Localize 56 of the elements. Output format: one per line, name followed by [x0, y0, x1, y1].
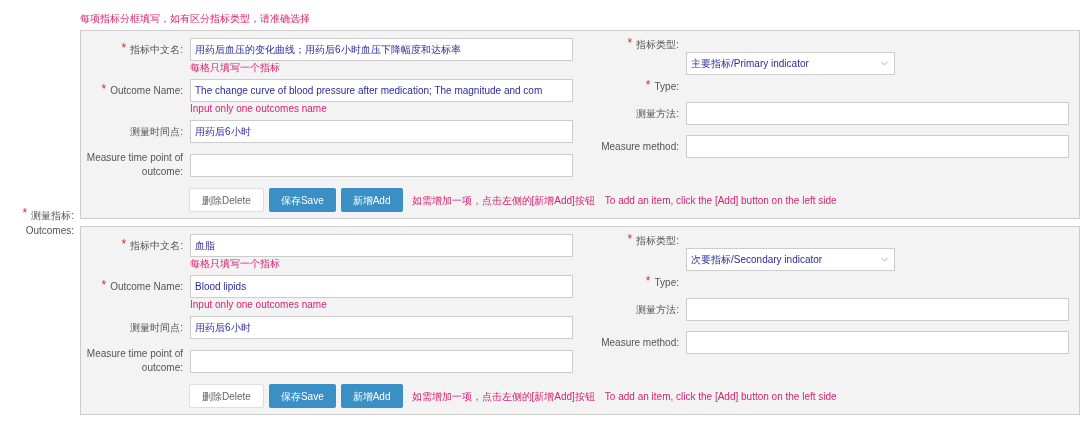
field-label: Measure time point of outcome:	[85, 151, 183, 179]
field-label: 指标中文名:	[130, 238, 183, 253]
required-mark: *	[645, 276, 651, 286]
tip-text: 如需增加一项，点击左侧的[新增Add]按钮	[411, 193, 595, 208]
required-mark: *	[121, 42, 127, 53]
field-label: Type:	[654, 80, 679, 94]
input-field[interactable]	[190, 349, 573, 373]
hint-text: Input only one outcomes name	[190, 299, 328, 310]
input-field[interactable]: 血脂	[190, 234, 573, 257]
field-label: Outcome Name:	[110, 83, 183, 98]
action-button[interactable]: 保存Save	[268, 188, 336, 212]
required-mark: *	[645, 80, 651, 90]
field-label: 指标类型:	[636, 234, 679, 248]
required-mark: *	[627, 234, 633, 244]
field-label: Measure time point of outcome:	[85, 347, 183, 375]
tip-text: To add an item, click the [Add] button on the left side	[604, 193, 837, 208]
field-label: 测量方法:	[636, 106, 679, 121]
required-mark: *	[627, 38, 633, 48]
field-label: Measure method:	[601, 335, 679, 350]
field-label: 指标类型:	[636, 38, 679, 52]
outcomes-label: 测量指标:	[31, 208, 74, 223]
delete-button[interactable]: 删除Delete	[189, 384, 264, 408]
hint-text: 每格只填写一个指标	[190, 258, 281, 269]
input-field[interactable]	[686, 102, 1069, 125]
type-select[interactable]: 次要指标/Secondary indicator	[686, 248, 895, 271]
input-field[interactable]: The change curve of blood pressure after medication; The magnitude and com	[190, 79, 573, 102]
input-field[interactable]: Blood lipids	[190, 275, 573, 298]
hint-text: 每格只填写一个指标	[190, 62, 281, 73]
tip-text: To add an item, click the [Add] button on the left side	[604, 389, 837, 404]
field-label: Type:	[654, 276, 679, 290]
required-mark: *	[101, 279, 107, 290]
input-field[interactable]	[686, 135, 1069, 158]
input-field[interactable]	[686, 331, 1069, 354]
field-label: Measure method:	[601, 139, 679, 154]
field-label: 测量时间点:	[130, 124, 183, 139]
action-button[interactable]: 保存Save	[268, 384, 336, 408]
required-mark: *	[101, 83, 107, 94]
type-select[interactable]: 主要指标/Primary indicator	[686, 52, 895, 75]
input-field[interactable]	[190, 153, 573, 177]
action-button[interactable]: 新增Add	[340, 188, 403, 212]
required-mark: *	[121, 238, 127, 249]
input-field[interactable]: 用药后6小时	[190, 120, 573, 143]
tip-text: 如需增加一项，点击左侧的[新增Add]按钮	[411, 389, 595, 404]
input-field[interactable]	[686, 298, 1069, 321]
action-button[interactable]: 新增Add	[340, 384, 403, 408]
notice-text: 每项指标分框填写，如有区分指标类型，请准确选择	[80, 13, 310, 24]
field-label: 测量时间点:	[130, 320, 183, 335]
field-label: 测量方法:	[636, 302, 679, 317]
required-mark: *	[22, 207, 28, 218]
hint-text: Input only one outcomes name	[190, 103, 328, 114]
outcomes-label: Outcomes:	[25, 223, 74, 238]
input-field[interactable]: 用药后血压的变化曲线；用药后6小时血压下降幅度和达标率	[190, 38, 573, 61]
delete-button[interactable]: 删除Delete	[189, 188, 264, 212]
input-field[interactable]: 用药后6小时	[190, 316, 573, 339]
field-label: 指标中文名:	[130, 42, 183, 57]
field-label: Outcome Name:	[110, 279, 183, 294]
